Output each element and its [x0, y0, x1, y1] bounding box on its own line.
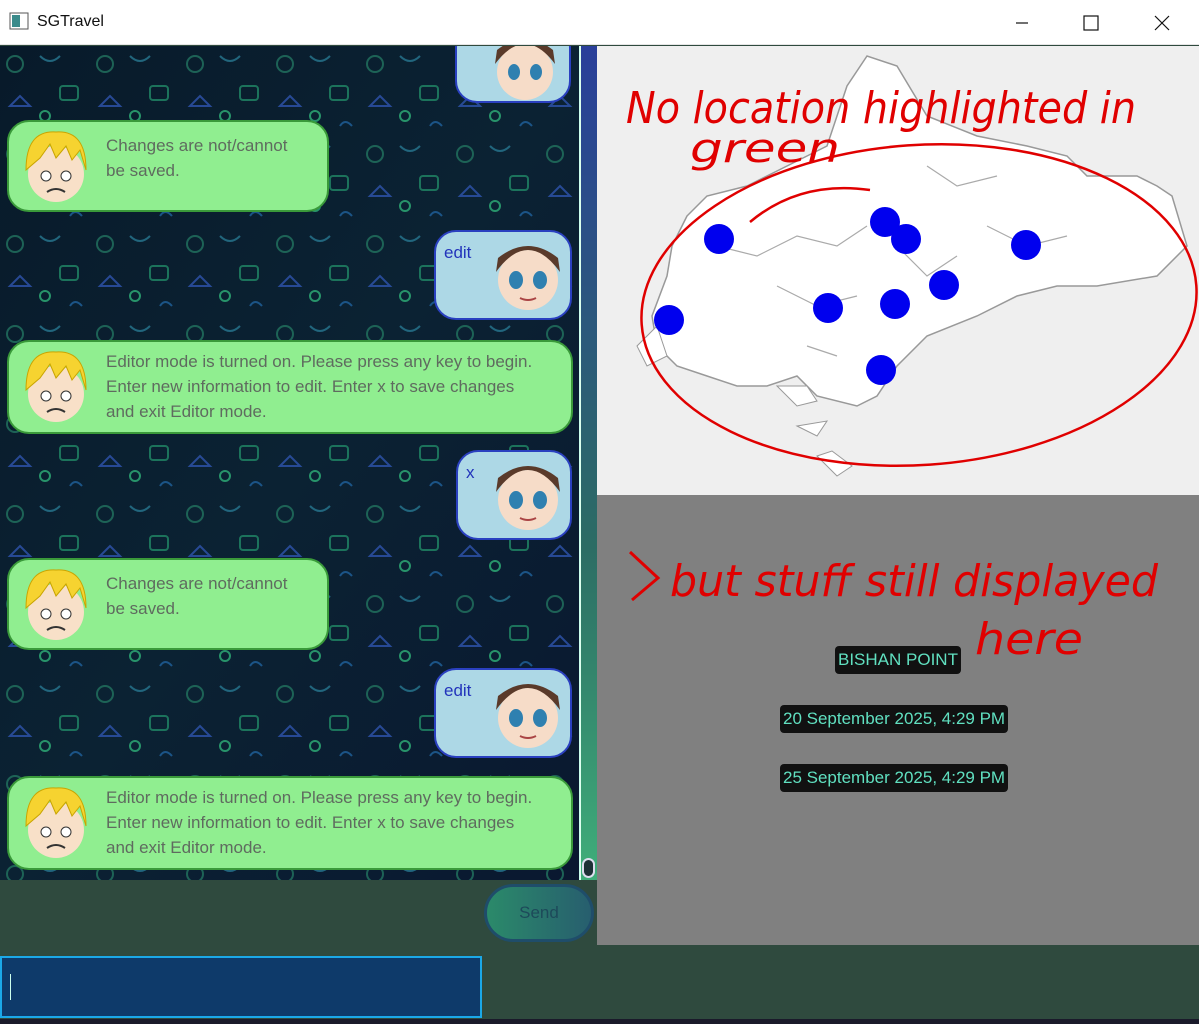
close-icon — [1154, 15, 1170, 31]
bot-message-line: Enter new information to edit. Enter x t… — [106, 813, 515, 832]
bot-message-bubble: Changes are not/cannot be saved. — [7, 558, 329, 650]
send-button[interactable]: Send — [484, 884, 594, 942]
bot-message-line: Editor mode is turned on. Please press a… — [106, 352, 533, 371]
title-bar: SGTravel — [0, 0, 1199, 45]
bot-message-line: and exit Editor mode. — [106, 838, 267, 857]
bot-avatar — [25, 787, 87, 858]
map-panel — [597, 46, 1199, 495]
close-button[interactable] — [1139, 0, 1185, 45]
bot-avatar — [25, 351, 87, 422]
maximize-button[interactable] — [1068, 0, 1114, 45]
text-caret — [10, 974, 11, 1000]
window-title: SGTravel — [37, 13, 104, 30]
map-marker[interactable] — [813, 293, 843, 323]
taskbar-strip — [0, 1019, 1199, 1024]
user-message-text: edit — [444, 243, 472, 262]
map-marker[interactable] — [1011, 230, 1041, 260]
user-message-bubble — [455, 46, 571, 103]
user-message-bubble: edit — [434, 668, 572, 758]
map-marker[interactable] — [891, 224, 921, 254]
chat-scrollbar-thumb[interactable] — [582, 858, 595, 878]
chat-panel[interactable]: Changes are not/cannot be saved. edit Ed… — [0, 46, 580, 880]
bot-message-bubble: Editor mode is turned on. Please press a… — [7, 340, 573, 434]
user-avatar — [495, 46, 555, 100]
location-label: BISHAN POINT — [835, 646, 961, 674]
bot-message-line: be saved. — [106, 161, 180, 180]
map-marker[interactable] — [929, 270, 959, 300]
user-message-bubble: x — [456, 450, 572, 540]
bot-avatar — [25, 569, 87, 640]
bot-message-line: Changes are not/cannot — [106, 574, 288, 593]
chat-scrollbar[interactable] — [580, 46, 597, 880]
user-avatar — [496, 684, 560, 748]
details-panel: BISHAN POINT 20 September 2025, 4:29 PM … — [597, 495, 1199, 945]
maximize-icon — [1083, 15, 1099, 31]
bot-message-line: Changes are not/cannot — [106, 136, 288, 155]
map-marker[interactable] — [654, 305, 684, 335]
end-date-label: 25 September 2025, 4:29 PM — [780, 764, 1009, 792]
map-marker[interactable] — [880, 289, 910, 319]
minimize-icon — [1016, 22, 1028, 24]
user-message-text: x — [466, 463, 475, 482]
bot-message-line: Enter new information to edit. Enter x t… — [106, 377, 515, 396]
user-avatar — [496, 246, 560, 310]
start-date-label: 20 September 2025, 4:29 PM — [780, 705, 1009, 733]
minimize-button[interactable] — [999, 0, 1045, 45]
bot-message-line: be saved. — [106, 599, 180, 618]
user-message-bubble: edit — [434, 230, 572, 320]
bot-message-line: Editor mode is turned on. Please press a… — [106, 788, 533, 807]
bot-message-bubble: Changes are not/cannot be saved. — [7, 120, 329, 212]
map-marker[interactable] — [704, 224, 734, 254]
singapore-map — [636, 55, 1188, 477]
user-avatar — [496, 466, 560, 530]
bot-avatar — [25, 131, 87, 202]
bot-message-bubble: Editor mode is turned on. Please press a… — [7, 776, 573, 870]
app-icon — [9, 12, 29, 30]
bot-message-line: and exit Editor mode. — [106, 402, 267, 421]
user-message-text: edit — [444, 681, 472, 700]
message-input[interactable] — [0, 956, 482, 1018]
map-marker[interactable] — [866, 355, 896, 385]
